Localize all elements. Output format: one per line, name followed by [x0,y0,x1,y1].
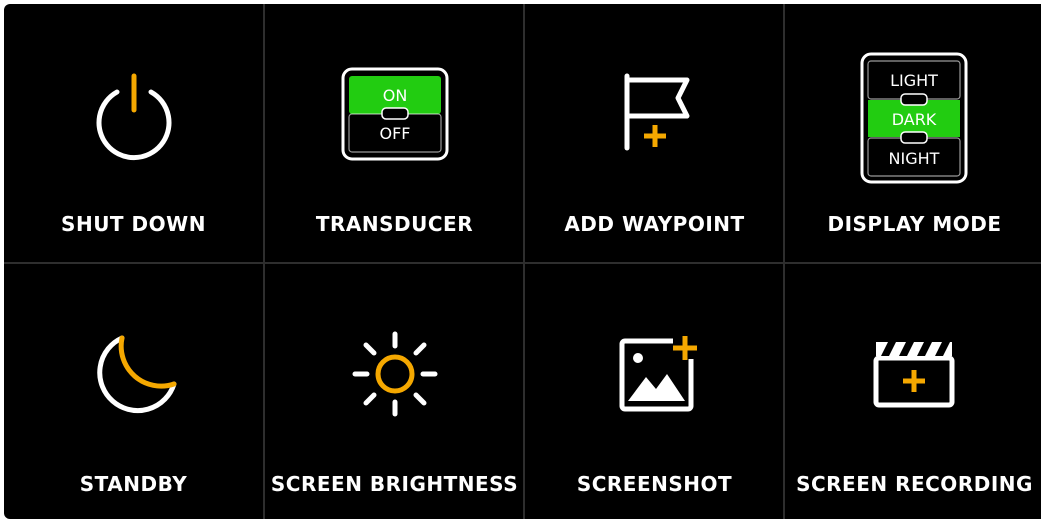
quick-actions-grid: SHUT DOWN ON OFF TRANSDUCER ADD WAYPOINT… [4,4,1041,519]
display-mode-option-light: LIGHT [890,71,938,90]
quick-actions-panel: SHUT DOWN ON OFF TRANSDUCER ADD WAYPOINT… [4,4,1041,519]
moon-icon [4,264,263,464]
shut-down-label: SHUT DOWN [61,212,206,236]
sun-icon [265,264,524,464]
standby-label: STANDBY [79,472,188,496]
add-waypoint-label: ADD WAYPOINT [564,212,745,236]
screen-recording-button[interactable]: SCREEN RECORDING [785,264,1041,519]
screen-recording-label: SCREEN RECORDING [796,472,1033,496]
mode-selector-icon: LIGHT DARK NIGHT [785,4,1041,204]
standby-button[interactable]: STANDBY [4,264,263,519]
display-mode-option-dark: DARK [892,110,937,129]
shut-down-button[interactable]: SHUT DOWN [4,4,263,262]
screen-brightness-button[interactable]: SCREEN BRIGHTNESS [265,264,524,519]
screenshot-label: SCREENSHOT [576,472,733,496]
image-plus-icon [525,264,784,464]
transducer-button[interactable]: ON OFF TRANSDUCER [265,4,524,262]
display-mode-label: DISPLAY MODE [827,212,1002,236]
clapperboard-plus-icon [785,264,1041,464]
screenshot-button[interactable]: SCREENSHOT [525,264,784,519]
add-waypoint-button[interactable]: ADD WAYPOINT [525,4,784,262]
display-mode-option-night: NIGHT [889,149,940,168]
transducer-label: TRANSDUCER [315,212,474,236]
display-mode-button[interactable]: LIGHT DARK NIGHT DISPLAY MODE [785,4,1041,262]
toggle-switch-icon: ON OFF [265,4,524,204]
flag-plus-icon [525,4,784,204]
power-icon [4,4,263,204]
screen-brightness-label: SCREEN BRIGHTNESS [270,472,519,496]
transducer-option-off: OFF [380,124,411,143]
transducer-option-on: ON [383,86,408,105]
